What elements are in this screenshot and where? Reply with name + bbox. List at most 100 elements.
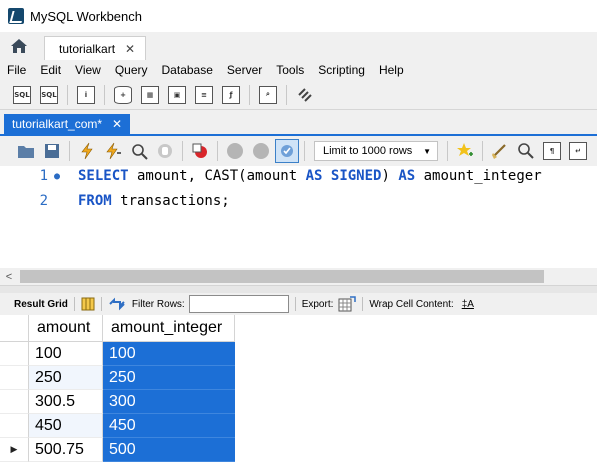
home-button[interactable]	[0, 32, 38, 60]
create-schema-button[interactable]: +	[111, 83, 135, 107]
explain-button[interactable]	[127, 139, 151, 163]
commit-button[interactable]	[223, 139, 247, 163]
keyword-as: AS	[398, 168, 416, 184]
stop-button[interactable]	[153, 139, 177, 163]
row-gutter[interactable]	[0, 390, 29, 414]
sql-editor[interactable]: 1 ● SELECT amount, CAST (amount AS SIGNED…	[0, 166, 597, 267]
toggle-invisible-chars-button[interactable]: ¶	[540, 139, 564, 163]
search-table-data-button[interactable]: ⌕	[256, 83, 280, 107]
keyword-from: FROM	[78, 193, 112, 209]
new-sql-tab-button[interactable]: SQL	[10, 83, 34, 107]
commit-check-icon	[227, 143, 243, 159]
row-gutter[interactable]	[0, 342, 29, 366]
table-row[interactable]: 300.5 300	[0, 390, 235, 414]
inspector-button[interactable]: i	[74, 83, 98, 107]
scroll-left-icon[interactable]: <	[0, 271, 18, 283]
error-stop-icon	[192, 143, 207, 158]
cell-amount[interactable]: 100	[29, 342, 103, 366]
save-icon	[45, 144, 59, 158]
autocommit-toggle-button[interactable]	[275, 139, 299, 163]
rollback-x-icon	[253, 143, 269, 159]
toggle-continue-on-error-button[interactable]	[188, 139, 212, 163]
refresh-icon[interactable]	[108, 297, 126, 311]
cell-amount-integer[interactable]: 100	[103, 342, 235, 366]
cell-amount-integer[interactable]: 500	[103, 438, 235, 462]
wrap-toggle-icon[interactable]: ‡A	[462, 299, 474, 310]
beautify-button[interactable]	[488, 139, 512, 163]
row-gutter[interactable]	[0, 414, 29, 438]
column-header-amount-integer[interactable]: amount_integer	[103, 315, 235, 342]
code-text: transactions;	[111, 193, 230, 209]
open-sql-script-button[interactable]: SQL	[37, 83, 61, 107]
editor-result-splitter[interactable]	[0, 285, 597, 293]
new-sql-file-icon: SQL	[13, 85, 31, 104]
mysql-workbench-logo-icon	[8, 8, 24, 24]
execute-current-statement-button[interactable]	[101, 139, 125, 163]
line-number: 2	[39, 193, 48, 209]
menu-scripting[interactable]: Scripting	[311, 63, 372, 77]
find-button[interactable]	[514, 139, 538, 163]
cell-amount-integer[interactable]: 250	[103, 366, 235, 390]
create-procedure-button[interactable]: ≡	[192, 83, 216, 107]
result-grid[interactable]: amount amount_integer 100 100 250 250 30…	[0, 315, 597, 473]
close-icon[interactable]: ✕	[125, 42, 135, 56]
filter-rows-input[interactable]	[188, 295, 289, 313]
add-snippet-button[interactable]	[453, 139, 477, 163]
query-tab-strip: tutorialkart_com* ✕	[0, 110, 597, 134]
connection-tab-label: tutorialkart	[59, 41, 116, 56]
query-tab[interactable]: tutorialkart_com* ✕	[4, 114, 131, 134]
table-row[interactable]: 100 100	[0, 342, 235, 366]
cell-amount[interactable]: 300.5	[29, 390, 103, 414]
save-script-button[interactable]	[40, 139, 64, 163]
function-icon: ƒ	[222, 85, 240, 104]
menu-view[interactable]: View	[68, 63, 108, 77]
cell-amount-integer[interactable]: 450	[103, 414, 235, 438]
create-view-button[interactable]: ▣	[165, 83, 189, 107]
menu-file[interactable]: File	[0, 63, 33, 77]
menu-tools[interactable]: Tools	[269, 63, 311, 77]
open-script-button[interactable]	[14, 139, 38, 163]
menu-server[interactable]: Server	[220, 63, 269, 77]
cell-amount[interactable]: 250	[29, 366, 103, 390]
column-header-amount[interactable]: amount	[29, 315, 103, 342]
title-bar: MySQL Workbench	[0, 0, 597, 32]
table-row[interactable]: ▶ 500.75 500	[0, 438, 235, 462]
limit-rows-select[interactable]: Limit to 1000 rows ▼	[314, 141, 438, 161]
cell-amount[interactable]: 450	[29, 414, 103, 438]
menu-database[interactable]: Database	[155, 63, 220, 77]
line-number: 1	[39, 168, 48, 184]
rollback-button[interactable]	[249, 139, 273, 163]
create-function-button[interactable]: ƒ	[219, 83, 243, 107]
limit-rows-value: Limit to 1000 rows	[323, 145, 413, 157]
menu-help[interactable]: Help	[372, 63, 411, 77]
menu-edit[interactable]: Edit	[33, 63, 68, 77]
magnifier-lightning-icon	[132, 144, 148, 160]
toolbar-separator	[69, 141, 70, 161]
toolbar-separator	[100, 297, 102, 311]
reconnect-button[interactable]	[293, 83, 317, 107]
menu-bar: File Edit View Query Database Server Too…	[0, 60, 597, 80]
connection-tab[interactable]: tutorialkart ✕	[44, 36, 147, 60]
editor-toolbar: Limit to 1000 rows ▼ ¶ ↵	[0, 134, 597, 166]
menu-query[interactable]: Query	[108, 63, 155, 77]
function-cast: CAST	[204, 168, 239, 184]
code-text: amount,	[128, 168, 205, 184]
table-row[interactable]: 250 250	[0, 366, 235, 390]
horizontal-scrollbar[interactable]: <	[0, 268, 597, 285]
cell-amount-integer[interactable]: 300	[103, 390, 235, 414]
result-grid-tab[interactable]: Result Grid	[14, 299, 68, 310]
toolbar-separator	[294, 297, 296, 311]
search-icon	[518, 143, 534, 159]
current-row-marker-icon[interactable]: ▶	[0, 438, 29, 462]
table-row[interactable]: 450 450	[0, 414, 235, 438]
execute-button[interactable]	[75, 139, 99, 163]
close-icon[interactable]: ✕	[112, 117, 122, 131]
cell-amount[interactable]: 500.75	[29, 438, 103, 462]
toolbar-separator	[182, 141, 183, 161]
row-gutter[interactable]	[0, 366, 29, 390]
scrollbar-thumb[interactable]	[20, 270, 544, 283]
toggle-wrap-button[interactable]: ↵	[566, 139, 590, 163]
grid-view-icon[interactable]	[81, 297, 95, 311]
create-table-button[interactable]: ▦	[138, 83, 162, 107]
export-icon[interactable]	[338, 296, 357, 312]
